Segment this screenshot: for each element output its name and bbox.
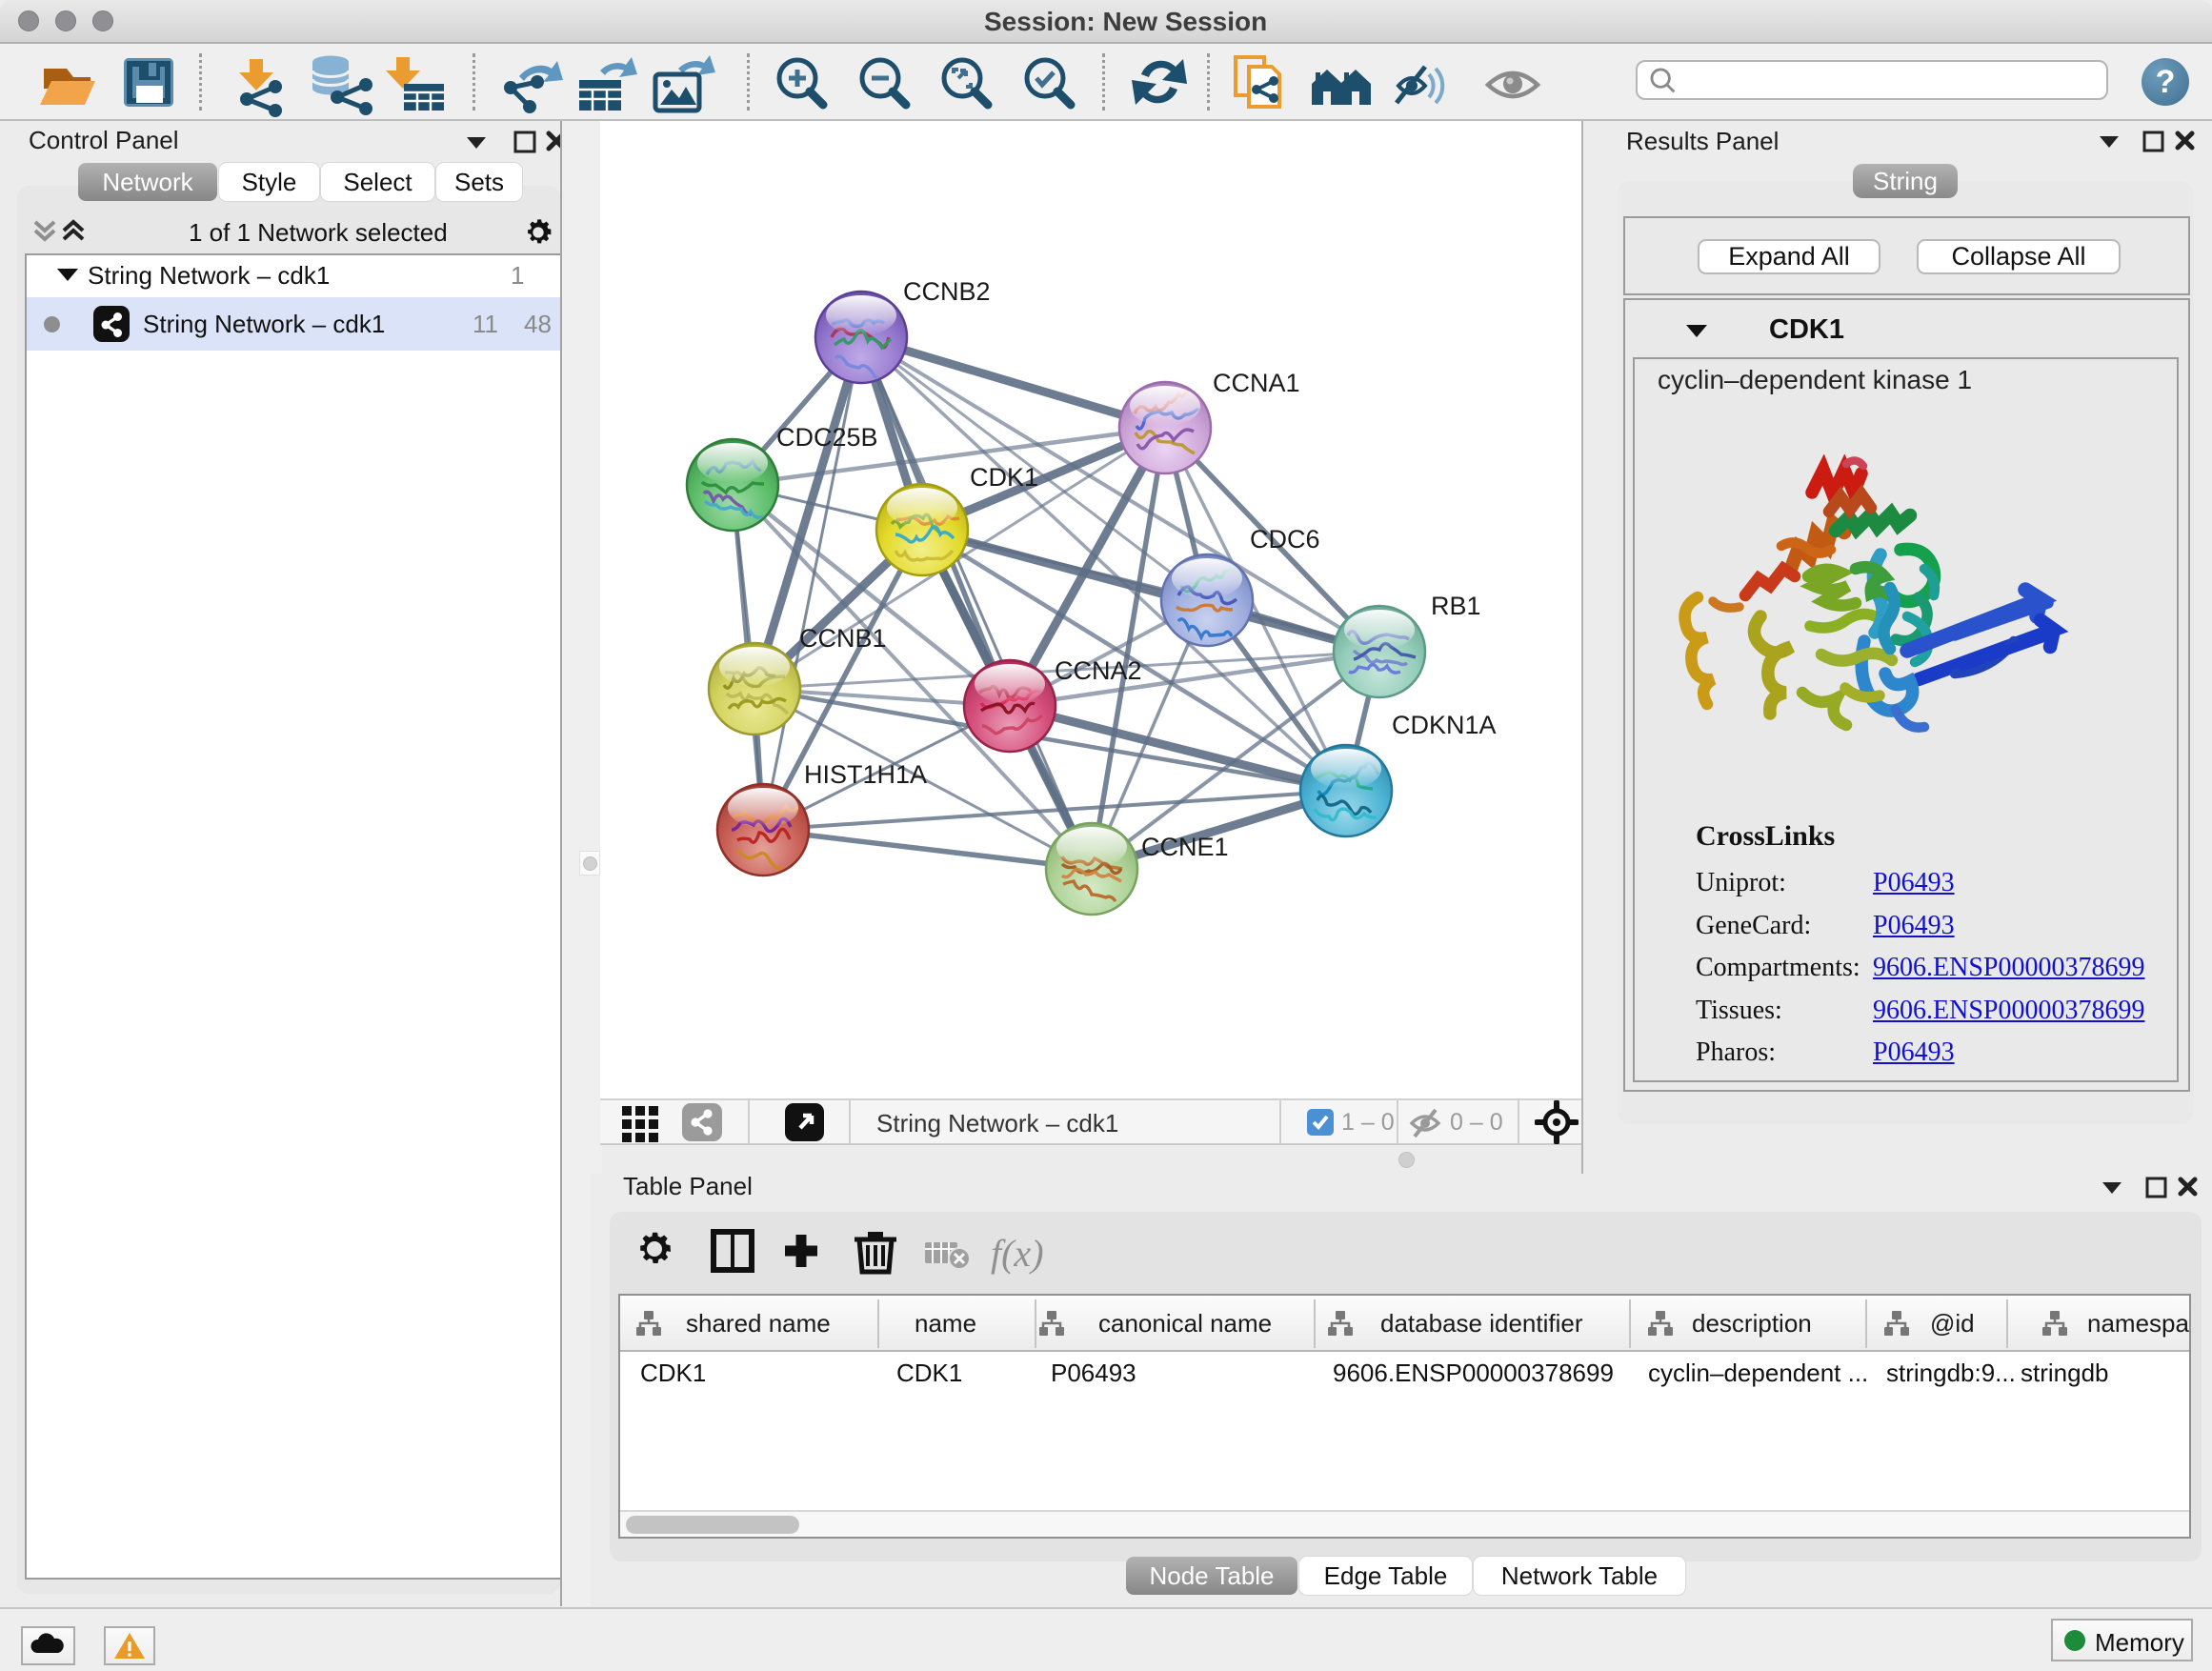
svg-text:namespac: namespac [2087, 1309, 2189, 1338]
svg-text:description: description [1692, 1309, 1812, 1338]
svg-text:CCNE1: CCNE1 [1141, 833, 1229, 861]
svg-text:RB1: RB1 [1431, 592, 1481, 620]
svg-text:CCNA1: CCNA1 [1213, 369, 1300, 397]
svg-text:CDK1: CDK1 [970, 463, 1038, 492]
svg-text:CDC6: CDC6 [1250, 525, 1320, 554]
svg-text:name: name [915, 1309, 976, 1338]
svg-text:database identifier: database identifier [1380, 1309, 1583, 1338]
svg-text:cyclin–dependent ...: cyclin–dependent ... [1648, 1359, 1868, 1387]
svg-text:canonical name: canonical name [1098, 1309, 1272, 1338]
svg-text:CDK1: CDK1 [640, 1359, 706, 1387]
svg-text:9606.ENSP00000378699: 9606.ENSP00000378699 [1333, 1359, 1614, 1387]
svg-text:f(x): f(x) [991, 1232, 1044, 1275]
svg-text:CCNA2: CCNA2 [1055, 656, 1142, 685]
svg-text:CCNB1: CCNB1 [799, 624, 887, 653]
svg-text:HIST1H1A: HIST1H1A [804, 760, 927, 789]
svg-text:stringdb: stringdb [2021, 1359, 2109, 1387]
svg-text:CCNB2: CCNB2 [903, 277, 991, 306]
svg-text:CDC25B: CDC25B [776, 423, 878, 452]
svg-text:CDKN1A: CDKN1A [1392, 711, 1497, 739]
svg-text:shared name: shared name [686, 1309, 831, 1338]
svg-text:CDK1: CDK1 [896, 1359, 962, 1387]
svg-text:stringdb:9...: stringdb:9... [1886, 1359, 2016, 1387]
svg-text:P06493: P06493 [1051, 1359, 1136, 1387]
svg-text:@id: @id [1930, 1309, 1975, 1338]
